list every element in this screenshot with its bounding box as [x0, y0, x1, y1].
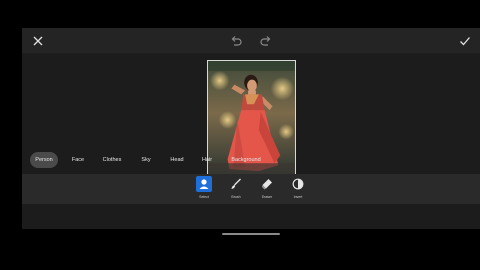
select-tool[interactable]: Select [193, 174, 215, 204]
category-clothes[interactable]: Clothes [99, 152, 125, 168]
person-select-icon [196, 176, 212, 192]
eraser-icon [259, 176, 275, 192]
redo-icon[interactable] [259, 34, 273, 48]
home-indicator[interactable] [222, 233, 280, 235]
tool-bar: Select Brush Eraser Invert [22, 174, 480, 204]
top-toolbar [22, 28, 480, 53]
brush-tool-label: Brush [231, 195, 241, 199]
invert-tool[interactable]: Invert [287, 174, 309, 204]
category-head[interactable]: Head [166, 152, 188, 168]
category-face[interactable]: Face [67, 152, 89, 168]
category-background[interactable]: Background [227, 152, 265, 168]
invert-icon [290, 176, 306, 192]
brush-icon [228, 176, 244, 192]
check-icon[interactable] [458, 34, 472, 48]
category-bar: Person Face Clothes Sky Head Hair Backgr… [22, 152, 480, 168]
eraser-tool[interactable]: Eraser [256, 174, 278, 204]
close-icon[interactable] [31, 34, 45, 48]
category-person[interactable]: Person [30, 152, 58, 168]
select-tool-label: Select [199, 195, 209, 199]
category-sky[interactable]: Sky [137, 152, 155, 168]
eraser-tool-label: Eraser [261, 195, 273, 199]
category-hair[interactable]: Hair [197, 152, 217, 168]
invert-tool-label: Invert [293, 195, 303, 199]
undo-icon[interactable] [229, 34, 243, 48]
editor-app: Person Face Clothes Sky Head Hair Backgr… [22, 28, 480, 229]
brush-tool[interactable]: Brush [225, 174, 247, 204]
